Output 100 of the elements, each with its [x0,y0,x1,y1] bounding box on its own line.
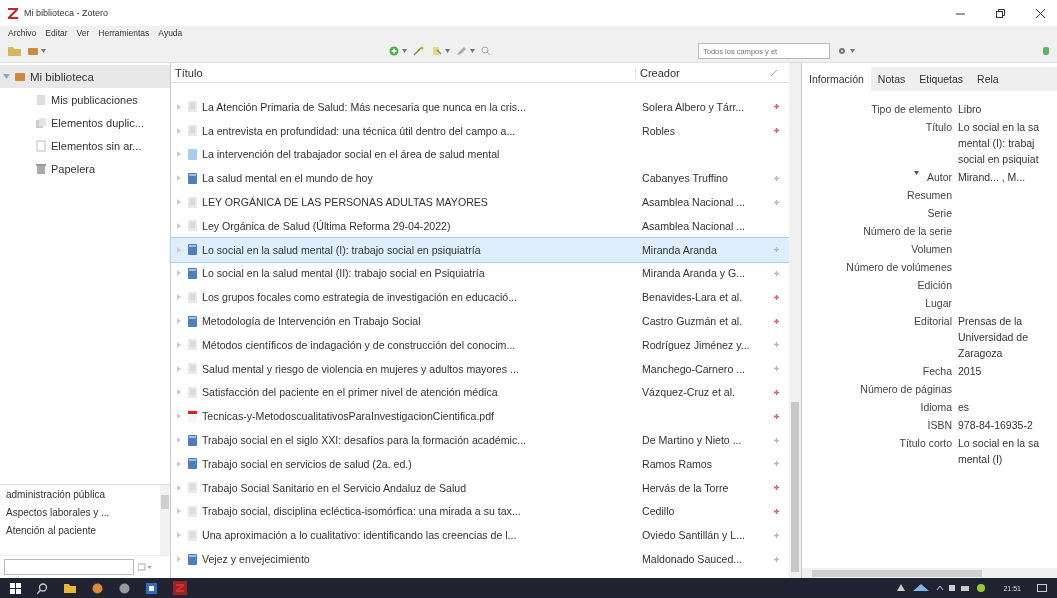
item-row[interactable]: Salud mental y riesgo de violencia en mujeres y adultos mayores ... Manchego-Carnero ... [171,356,789,381]
sidebar-item[interactable]: Elementos duplic... [0,111,170,134]
library-button[interactable] [27,46,46,56]
item-row[interactable]: Ley Orgánica de Salud (Última Reforma 29-04-2022) Asamblea Nacional ... [171,214,789,238]
tag-actions-icon[interactable] [138,563,152,571]
twisty-icon[interactable] [177,484,181,491]
twisty-icon[interactable] [177,222,181,229]
sidebar-item[interactable]: Mis publicaciones [0,88,170,111]
field-value[interactable]: Lo social en la sa [958,121,1040,133]
field-value[interactable]: Zaragoza [958,347,1029,359]
twisty-icon[interactable] [177,556,181,563]
field-value[interactable]: Prensas de la [958,315,1029,327]
item-creator: Manchego-Carnero ... [641,362,747,375]
field-value[interactable]: mental (I) [958,453,1040,465]
item-row[interactable]: Una aproximación a lo cualitativo: identificando las creencias de l... Oviedo Santillán y L... [171,523,789,548]
menu-item[interactable]: Ver [76,28,90,38]
twisty-icon[interactable] [177,294,181,301]
item-row[interactable]: Trabajo social en el siglo XXI: desafíos para la formación académic... De Martino y Nieto ... [171,428,789,452]
twisty-icon[interactable] [177,365,181,372]
find-icon[interactable] [481,46,491,56]
field-value[interactable]: social en psiquiat [958,153,1040,165]
tag-item[interactable]: Aspectos laborales y ... [6,507,160,518]
dropdown-caret-icon [402,49,407,53]
field-value[interactable]: Lo social en la sa [958,437,1040,449]
twisty-icon[interactable] [177,270,181,277]
library-icon [14,70,26,83]
item-row[interactable]: Trabajo social en servicios de salud (2a. ed.) Ramos Ramos [171,451,789,476]
twisty-icon[interactable] [177,413,181,420]
field-value[interactable]: Universidad de [958,331,1029,343]
tag-item[interactable]: Atención al paciente [6,525,160,536]
twisty-icon[interactable] [177,175,181,182]
item-row[interactable]: Los grupos focales como estrategia de investigación en educació... Benavides-Lara et al. [171,285,789,310]
twisty-icon[interactable] [3,73,10,80]
field-value[interactable]: Mirand... , M... [958,171,1026,183]
twisty-icon[interactable] [177,199,181,206]
item-row[interactable]: La salud mental en el mundo de hoy Cabanyes Truffino [171,166,789,191]
item-row[interactable]: Lo social en la salud mental (II): trabajo social en Psiquiatría Miranda Aranda y G... [171,261,789,286]
duplicate-icon [35,116,47,129]
sidebar-item[interactable]: Mi biblioteca [0,65,170,88]
twisty-icon[interactable] [177,103,181,110]
twisty-icon[interactable] [177,246,181,253]
twisty-icon[interactable] [177,318,181,325]
menu-item[interactable]: Herramientas [98,28,150,38]
browser-icon[interactable] [119,582,130,594]
twisty-icon[interactable] [177,437,181,444]
item-row[interactable]: Satisfacción del paciente en el primer nivel de atención médica Vázquez-Cruz et al. [171,380,789,405]
item-row[interactable]: Vejez y envejecimiento Maldonado Sauced... [171,547,789,571]
field-value[interactable]: mental (I): trabaj [958,137,1040,149]
sidebar-item[interactable]: Elementos sin ar... [0,134,170,157]
item-row[interactable]: La Atención Primaria de Salud: Más necesaria que nunca en la cris... Solera Albero y Tárr... [171,95,789,119]
windows-start-icon[interactable] [10,582,21,594]
item-row[interactable]: Lo social en la salud mental (I): trabajo social en psiquiatría Miranda Aranda [171,237,789,262]
column-picker-icon[interactable] [770,68,778,77]
column-heading[interactable]: Título [171,66,636,79]
item-row[interactable]: Tecnicas-y-MetodoscualitativosParaInvestigacionCientifica.pdf [171,404,789,429]
tab[interactable]: Información [802,67,871,91]
field-value[interactable]: es [958,401,970,413]
add-button[interactable] [388,46,407,56]
browser-icon[interactable] [92,582,103,594]
menu-item[interactable]: Archivo [8,28,37,38]
pencil-button[interactable] [456,46,475,56]
tag-filter-field[interactable] [4,559,134,575]
wand-icon[interactable] [413,46,425,56]
app-logo-icon[interactable] [173,581,187,595]
field-value[interactable]: 978-84-16935-2 [958,419,1033,431]
column-heading[interactable]: Creador [636,66,770,79]
library-icon [27,46,39,56]
notifications-icon[interactable] [1037,583,1047,593]
item-row[interactable]: Trabajo social, disciplina ecléctica-isomórfica: una mirada a su tax... Cedillo [171,499,789,524]
twisty-icon[interactable] [177,151,181,158]
tab[interactable]: Rela [970,67,1006,91]
attach-button[interactable] [431,46,450,56]
item-row[interactable]: Trabajo Social Sanitario en el Servicio Andaluz de Salud Hervás de la Torre [171,475,789,500]
creator-type-icon[interactable] [913,171,919,175]
field-value[interactable]: 2015 [958,365,982,377]
twisty-icon[interactable] [177,460,181,467]
item-row[interactable]: La entrevista en profundidad: una técnica útil dentro del campo a... Robles [171,118,789,143]
field-value[interactable]: Libro [958,103,982,115]
menu-item[interactable]: Editar [45,28,68,38]
search-icon[interactable] [37,582,48,594]
twisty-icon[interactable] [177,341,181,348]
item-title: LEY ORGÁNICA DE LAS PERSONAS ADULTAS MAYORES [201,196,489,209]
tag-item[interactable]: administración pública [6,489,160,500]
twisty-icon[interactable] [177,508,181,515]
item-row[interactable]: Métodos científicos de indagación y de construcción del conocim... Rodríguez Jiménez y... [171,332,789,357]
sidebar-item[interactable]: Papelera [0,157,170,180]
sync-icon[interactable] [1043,46,1049,56]
book-icon [187,553,198,565]
tab[interactable]: Etiquetas [912,67,971,91]
item-row[interactable]: La intervención del trabajador social en el área de salud mental [171,142,789,167]
twisty-icon[interactable] [177,127,181,134]
folder-icon[interactable] [64,583,76,593]
gear-button[interactable] [836,46,855,56]
field-label: Título [925,121,952,133]
item-row[interactable]: Metodología de Intervención en Trabajo Social Castro Guzmán et al. [171,309,789,333]
twisty-icon[interactable] [177,389,181,396]
tab[interactable]: Notas [870,67,913,91]
twisty-icon[interactable] [177,532,181,539]
item-row[interactable]: LEY ORGÁNICA DE LAS PERSONAS ADULTAS MAYORES Asamblea Nacional ... [171,190,789,214]
menu-item[interactable]: Ayuda [158,28,183,38]
